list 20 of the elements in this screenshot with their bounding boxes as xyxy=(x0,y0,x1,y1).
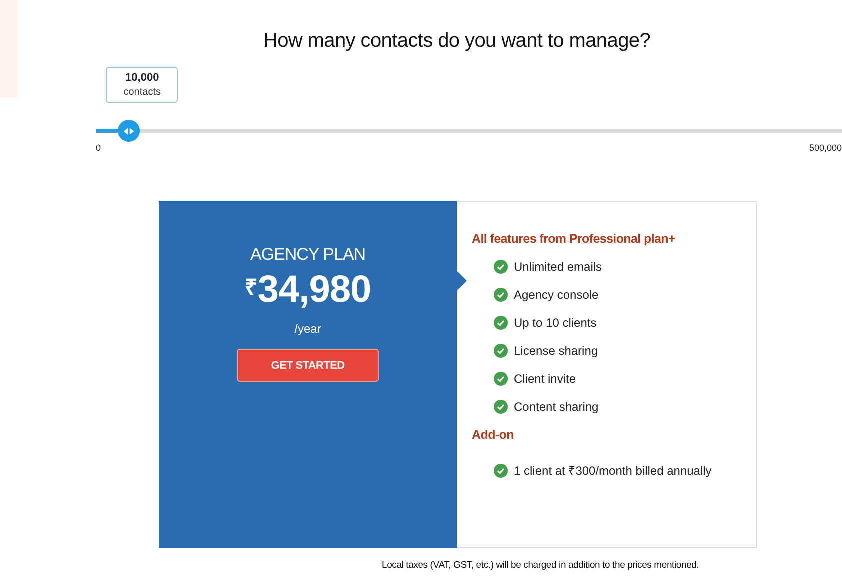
slider-max-label: 500,000 xyxy=(809,143,842,153)
feature-text: Client invite xyxy=(514,372,576,386)
tooltip-unit: contacts xyxy=(124,87,161,98)
features-heading: All features from Professional plan+ xyxy=(472,232,676,246)
billing-period: /year xyxy=(294,322,322,336)
tax-note: Local taxes (VAT, GST, etc.) will be charged in addition to the prices mentioned. xyxy=(382,560,700,571)
page-heading: How many contacts do you want to manage? xyxy=(262,30,652,53)
feature-text: Agency console xyxy=(514,288,599,302)
plan-name: AGENCY PLAN xyxy=(250,245,366,265)
feature-text: License sharing xyxy=(514,344,598,358)
tooltip-value: 10,000 xyxy=(126,72,160,84)
get-started-button[interactable]: GET STARTED xyxy=(237,349,379,382)
feature-text: Content sharing xyxy=(514,400,599,414)
slider-min-label: 0 xyxy=(96,143,102,153)
addon-heading: Add-on xyxy=(472,428,515,442)
plan-price: 34,980 xyxy=(258,269,372,312)
feature-text: Unlimited emails xyxy=(514,260,602,274)
feature-text: Up to 10 clients xyxy=(514,316,597,330)
feature-text: 1 client at ₹300/month billed annually xyxy=(514,463,712,479)
currency-symbol: ₹ xyxy=(244,274,258,301)
